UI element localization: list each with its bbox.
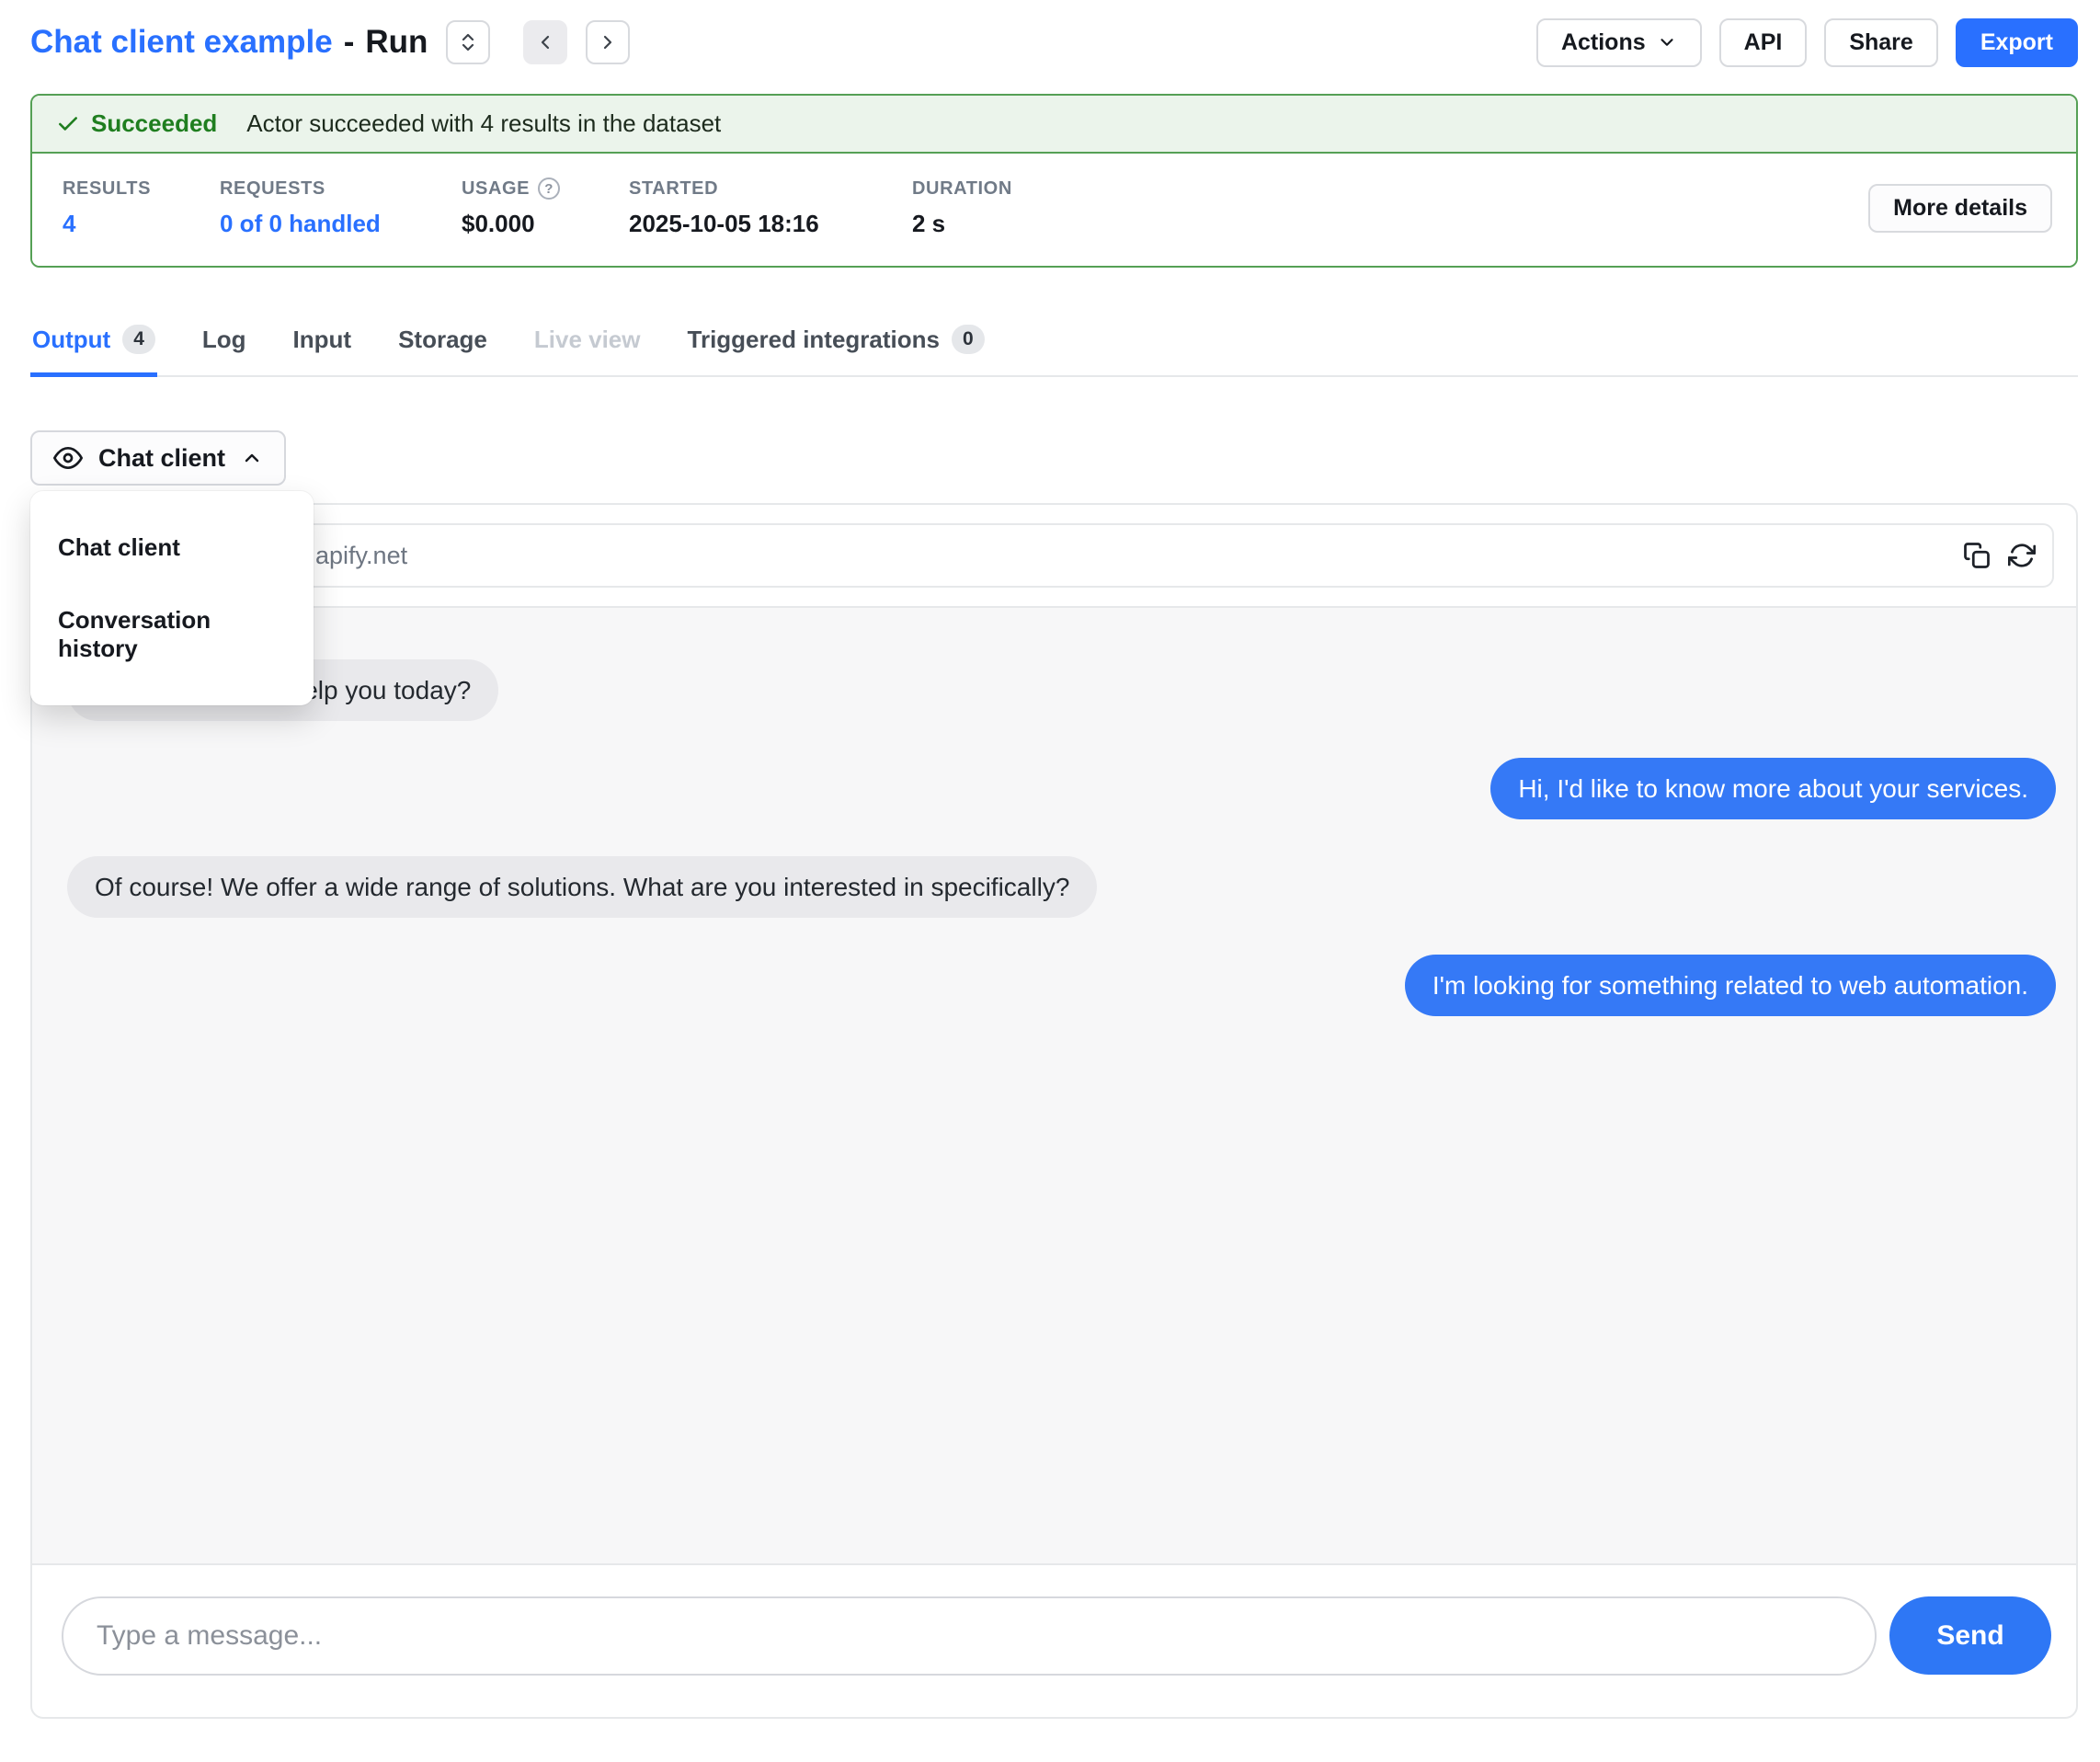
chevrons-up-down-icon	[457, 31, 479, 53]
stat-started-value: 2025-10-05 18:16	[629, 210, 912, 238]
chat-message-assistant: Of course! We offer a wide range of solu…	[67, 856, 1097, 918]
send-button-label: Send	[1936, 1620, 2003, 1651]
export-button[interactable]: Export	[1956, 18, 2078, 67]
refresh-url-button[interactable]	[2006, 540, 2037, 571]
previous-run-button[interactable]	[523, 20, 567, 64]
url-row: ns.apify.net	[32, 505, 2076, 606]
stat-usage: USAGE ? $0.000	[462, 177, 629, 238]
copy-url-button[interactable]	[1961, 540, 1992, 571]
run-status-card: Succeeded Actor succeeded with 4 results…	[30, 94, 2078, 268]
tab-input[interactable]: Input	[291, 314, 354, 377]
stat-duration-value: 2 s	[912, 210, 1012, 238]
share-button[interactable]: Share	[1824, 18, 1937, 67]
run-detail-page: Chat client example - Run	[0, 0, 2100, 1719]
next-run-button[interactable]	[586, 20, 630, 64]
tab-storage[interactable]: Storage	[396, 314, 489, 377]
stat-duration: DURATION 2 s	[912, 178, 1012, 238]
chat-message-user: I'm looking for something related to web…	[1405, 955, 2056, 1016]
tab-log-label: Log	[202, 326, 246, 354]
menu-item-chat-client[interactable]: Chat client	[30, 511, 314, 584]
actions-button[interactable]: Actions	[1536, 18, 1702, 67]
status-label: Succeeded	[91, 109, 217, 138]
status-message: Actor succeeded with 4 results in the da…	[246, 109, 721, 138]
eye-icon	[53, 443, 83, 473]
more-details-label: More details	[1893, 195, 2027, 222]
output-view-selector: Chat client Chat client Conversation his…	[30, 430, 2078, 1719]
api-button-label: API	[1744, 29, 1783, 56]
refresh-icon	[2008, 542, 2036, 569]
api-button[interactable]: API	[1719, 18, 1808, 67]
tab-output[interactable]: Output 4	[30, 314, 157, 377]
title-separator: -	[344, 24, 355, 61]
stat-requests: REQUESTS 0 of 0 handled	[220, 178, 462, 238]
tab-input-label: Input	[293, 326, 352, 354]
copy-icon	[1963, 542, 1991, 569]
stat-usage-value: $0.000	[462, 210, 629, 238]
run-selector-button[interactable]	[446, 20, 490, 64]
actor-title-link[interactable]: Chat client example	[30, 24, 333, 61]
title-run-label: Run	[365, 24, 428, 61]
tab-storage-label: Storage	[398, 326, 487, 354]
stat-started-label: STARTED	[629, 178, 912, 200]
stat-results-value[interactable]: 4	[63, 210, 220, 238]
stat-results: RESULTS 4	[63, 178, 220, 238]
export-button-label: Export	[1980, 29, 2053, 56]
view-toggle-button[interactable]: Chat client	[30, 430, 286, 486]
tab-triggered-integrations-label: Triggered integrations	[688, 326, 941, 354]
info-icon[interactable]: ?	[538, 177, 560, 200]
chevron-up-icon	[241, 447, 263, 469]
check-icon	[56, 112, 80, 136]
tab-log[interactable]: Log	[200, 314, 248, 377]
menu-item-conversation-history[interactable]: Conversation history	[30, 584, 314, 685]
status-banner: Succeeded Actor succeeded with 4 results…	[32, 96, 2076, 154]
stat-requests-value[interactable]: 0 of 0 handled	[220, 210, 462, 238]
stat-usage-label: USAGE ?	[462, 177, 629, 200]
stat-duration-label: DURATION	[912, 178, 1012, 200]
run-tabs: Output 4 Log Input Storage Live view Tri…	[30, 314, 2078, 377]
chevron-left-icon	[534, 31, 556, 53]
page-title: Chat client example - Run	[30, 24, 428, 61]
tab-live-view-label: Live view	[534, 326, 641, 354]
view-toggle-label: Chat client	[98, 444, 225, 473]
header: Chat client example - Run	[30, 13, 2078, 72]
chat-composer: Send	[32, 1565, 2076, 1717]
chat-message-list: Hello! How can I help you today? Hi, I'd…	[32, 606, 2076, 1565]
share-button-label: Share	[1849, 29, 1912, 56]
stat-started: STARTED 2025-10-05 18:16	[629, 178, 912, 238]
url-bar[interactable]: ns.apify.net	[54, 523, 2054, 588]
tab-output-badge: 4	[122, 325, 155, 354]
tab-triggered-integrations-badge: 0	[952, 325, 985, 354]
chevron-right-icon	[597, 31, 619, 53]
more-details-button[interactable]: More details	[1868, 184, 2052, 233]
view-dropdown-menu: Chat client Conversation history	[30, 491, 314, 705]
tab-output-label: Output	[32, 326, 110, 354]
stat-results-label: RESULTS	[63, 178, 220, 200]
stats-row: RESULTS 4 REQUESTS 0 of 0 handled USAGE …	[32, 154, 2076, 266]
message-input[interactable]	[62, 1596, 1877, 1676]
actions-button-label: Actions	[1561, 29, 1646, 56]
send-button[interactable]: Send	[1889, 1596, 2051, 1675]
chat-message-user: Hi, I'd like to know more about your ser…	[1490, 758, 2056, 819]
tab-triggered-integrations[interactable]: Triggered integrations 0	[686, 314, 987, 377]
tab-live-view: Live view	[532, 314, 643, 377]
status-badge: Succeeded	[56, 109, 217, 138]
stat-requests-label: REQUESTS	[220, 178, 462, 200]
stat-usage-label-text: USAGE	[462, 178, 530, 200]
chat-client-panel: ns.apify.net	[30, 503, 2078, 1719]
chevron-down-icon	[1657, 32, 1677, 52]
